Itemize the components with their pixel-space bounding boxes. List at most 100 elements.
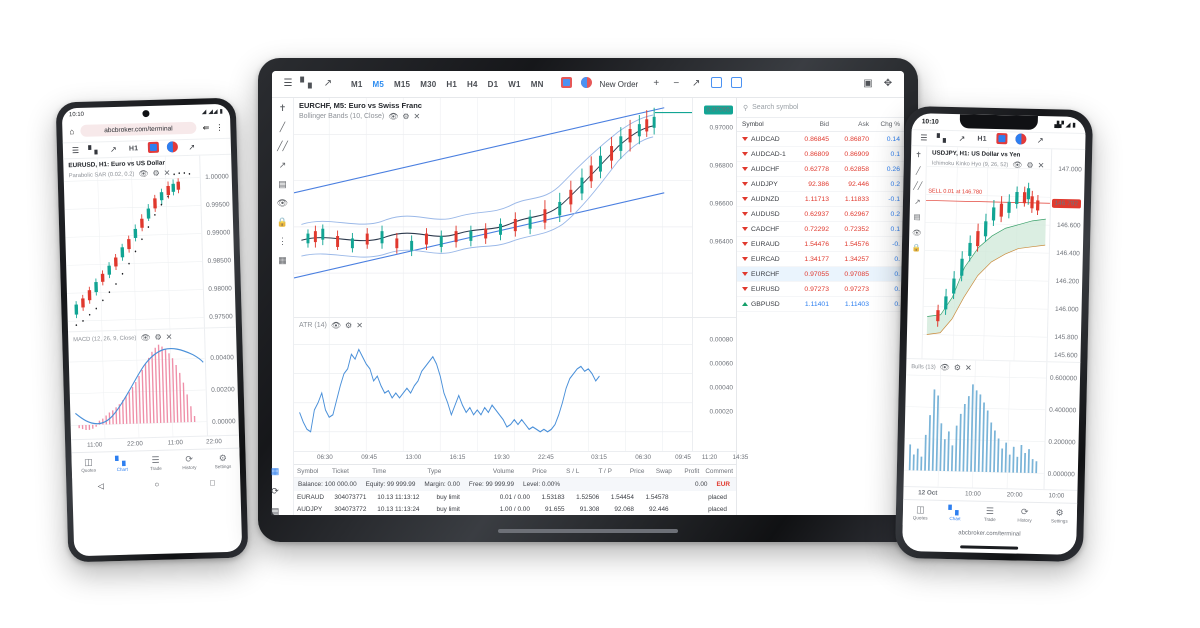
timeframe-m30[interactable]: M30 [415, 80, 441, 89]
nav-item-history[interactable]: ⟳ History [1007, 502, 1042, 528]
close-icon[interactable]: ✕ [166, 332, 173, 341]
market-watch-row[interactable]: AUDJPY 92.386 92.446 0.2 [737, 177, 904, 192]
new-order-icon[interactable] [557, 77, 577, 91]
fullscreen-icon[interactable]: ✥ [878, 79, 898, 89]
table-row[interactable]: AUDJPY 304073772 10.13 11:13:24 buy limi… [294, 503, 736, 515]
back-triangle-icon[interactable]: ◁ [98, 481, 104, 490]
hide-icon[interactable]: 👁 [388, 112, 398, 121]
lock-icon[interactable]: 🔒 [277, 218, 288, 227]
close-icon[interactable]: ✕ [414, 112, 421, 121]
settings-icon[interactable]: ⚙ [402, 112, 409, 121]
eye-icon[interactable]: 👁 [277, 199, 288, 208]
candlestick-chart-icon[interactable]: ▘▖ [86, 145, 103, 154]
atr-plot[interactable]: ATR (14) 👁 ⚙ ✕ [294, 317, 692, 451]
timeframe-d1[interactable]: D1 [483, 80, 504, 89]
split-window-icon[interactable] [726, 77, 746, 91]
hide-icon[interactable]: 👁 [940, 363, 950, 372]
market-watch-row[interactable]: CADCHF 0.72292 0.72352 0.1 [737, 222, 904, 237]
crosshair-icon[interactable]: ✝ [279, 104, 287, 113]
nav-item-trade[interactable]: ☰ Trade [139, 450, 173, 476]
nav-item-settings[interactable]: ⚙ Settings [1042, 503, 1077, 529]
timeframe-m1[interactable]: M1 [346, 80, 368, 89]
market-watch-row[interactable]: AUDNZD 1.11713 1.11833 -0.1 [737, 192, 904, 207]
candlestick-chart-icon[interactable]: ▘▖ [934, 134, 951, 143]
grid-icon[interactable]: ▦ [278, 256, 287, 265]
share-icon[interactable]: ⇚ [203, 123, 210, 132]
market-watch-row[interactable]: EURAUD 1.54476 1.54576 -0. [737, 237, 904, 252]
market-watch-row[interactable]: EURCAD 1.34177 1.34257 0. [737, 252, 904, 267]
parallel-channel-icon[interactable]: ╱╱ [277, 142, 288, 151]
indicators-icon[interactable]: ↗ [953, 134, 970, 143]
timeframe-h1[interactable]: H1 [972, 135, 992, 143]
timeframe-m5[interactable]: M5 [368, 80, 390, 89]
screenshot-icon[interactable]: ▣ [858, 79, 878, 89]
text-label-icon[interactable]: ▤ [913, 212, 920, 221]
timeframe-mn[interactable]: MN [526, 80, 549, 89]
nav-item-quotes[interactable]: ◫ Quotes [71, 452, 105, 478]
crosshair-icon[interactable]: ✝ [915, 150, 921, 159]
eurchf-plot[interactable]: EURCHF, M5: Euro vs Swiss Franc Bollinge… [294, 98, 692, 317]
more-vert-icon[interactable]: ⋮ [215, 122, 223, 131]
timeframe-w1[interactable]: W1 [503, 80, 525, 89]
settings-icon[interactable]: ⚙ [345, 321, 352, 330]
home-circle-icon[interactable]: ○ [154, 479, 159, 488]
close-icon[interactable]: ✕ [164, 168, 171, 177]
new-order-label[interactable]: New Order [597, 80, 639, 89]
timeframe-h1[interactable]: H1 [441, 80, 462, 89]
home-icon[interactable]: ⌂ [69, 127, 74, 136]
hide-icon[interactable]: 👁 [140, 333, 150, 342]
eye-icon[interactable]: 👁 [912, 228, 922, 237]
hamburger-icon[interactable]: ☰ [915, 133, 932, 142]
lock-icon[interactable]: 🔒 [912, 243, 922, 252]
indicators-icon[interactable]: ↗ [105, 145, 122, 154]
timeframe-m15[interactable]: M15 [389, 80, 415, 89]
buy-sell-icon[interactable] [577, 77, 597, 91]
market-watch-row[interactable]: AUDCHF 0.62778 0.62858 0.26 [737, 162, 904, 177]
arrow-line-icon[interactable]: ↗ [279, 161, 287, 170]
arrow-line-icon[interactable]: ↗ [914, 197, 920, 206]
hide-icon[interactable]: 👁 [331, 321, 341, 330]
new-order-icon[interactable] [994, 133, 1011, 146]
hamburger-icon[interactable]: ☰ [278, 79, 298, 89]
trendline-icon[interactable]: ╱ [280, 123, 285, 132]
zoom-in-button[interactable]: + [646, 79, 666, 89]
market-watch-row[interactable]: AUDCAD 0.86845 0.86870 0.14 [737, 132, 904, 147]
history-clock-icon[interactable]: ⟳ [271, 486, 279, 497]
hide-icon[interactable]: 👁 [1012, 160, 1022, 169]
usdjpy-plot[interactable]: USDJPY, H1: US Dollar vs Yen Ichimoku Ki… [922, 146, 1051, 361]
nav-item-trade[interactable]: ☰ Trade [972, 502, 1007, 528]
phone-left-price-plot[interactable]: EURUSD, H1: Euro vs US Dollar Parabolic … [63, 156, 204, 332]
market-watch-row[interactable]: AUDUSD 0.62937 0.62967 0.2 [737, 207, 904, 222]
market-watch-row[interactable]: EURCHF 0.97055 0.97085 0. [737, 267, 904, 282]
timeframe-h4[interactable]: H4 [462, 80, 483, 89]
text-label-icon[interactable]: ▤ [278, 180, 287, 189]
zoom-out-button[interactable]: − [666, 79, 686, 89]
settings-icon[interactable]: ⚙ [152, 169, 159, 178]
buy-sell-icon[interactable] [164, 141, 181, 154]
phone-left-macd-plot[interactable]: MACD (12, 26, 9, Close) 👁 ⚙ ✕ [68, 329, 207, 440]
nav-item-chart[interactable]: ▘▖ Chart [105, 451, 139, 477]
close-icon[interactable]: ✕ [1038, 161, 1045, 170]
buy-sell-icon[interactable] [1013, 133, 1030, 146]
close-icon[interactable]: ✕ [356, 321, 363, 330]
market-watch-row[interactable]: AUDCAD-1 0.86809 0.86909 0.1 [737, 147, 904, 162]
trendline-icon[interactable]: ╱ [916, 166, 921, 175]
timeframe-h1[interactable]: H1 [124, 145, 144, 153]
bulls-plot[interactable]: Bulls (13) 👁 ⚙ ✕ [903, 359, 1047, 489]
search-input[interactable]: ⚲ Search symbol [737, 98, 904, 118]
url-text[interactable]: abcbroker.com/terminal [80, 121, 197, 137]
market-watch-row[interactable]: EURUSD 0.97273 0.97273 0. [737, 282, 904, 297]
parallel-channel-icon[interactable]: ╱╱ [913, 181, 922, 190]
settings-icon[interactable]: ⚙ [1026, 161, 1033, 170]
indicators-icon[interactable]: ↗ [318, 79, 338, 89]
nav-item-quotes[interactable]: ◫ Quotes [903, 500, 938, 526]
one-window-icon[interactable] [706, 77, 726, 91]
nav-item-settings[interactable]: ⚙ Settings [206, 449, 240, 475]
hide-icon[interactable]: 👁 [138, 169, 148, 178]
settings-icon[interactable]: ⚙ [954, 363, 961, 372]
object-list-icon[interactable]: ⋮ [278, 237, 287, 246]
table-row[interactable]: EURAUD 304073771 10.13 11:13:12 buy limi… [294, 491, 736, 503]
calculator-icon[interactable]: ▤ [271, 506, 280, 517]
line-chart-icon[interactable]: ↗ [1032, 136, 1049, 145]
market-watch-row[interactable]: GBPUSD 1.11401 1.11403 0. [737, 297, 904, 312]
